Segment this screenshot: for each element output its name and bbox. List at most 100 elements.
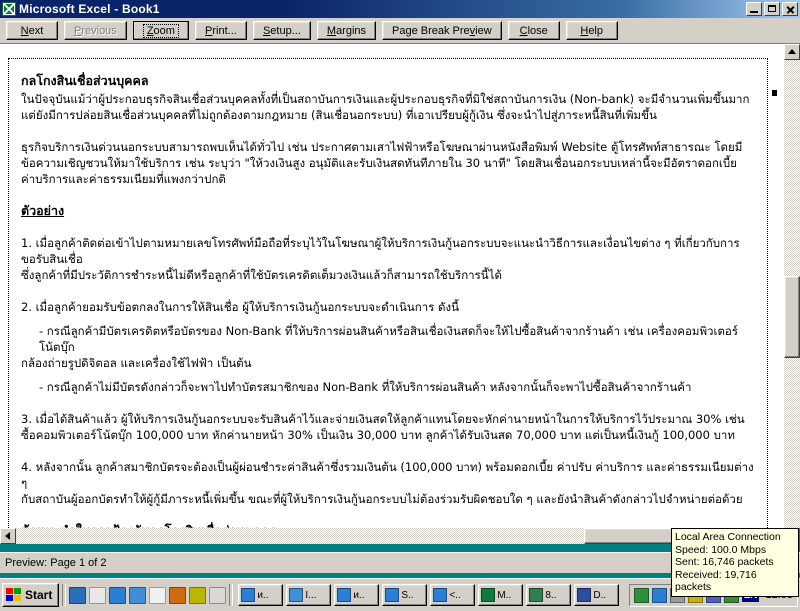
setup-button-label: etup... — [270, 24, 301, 37]
window-controls — [746, 2, 798, 16]
help-button[interactable]: Help — [565, 21, 618, 40]
doc-paragraph: ข้อความเชิญชวนให้มาใช้บริการ เช่น ระบุว่… — [21, 156, 737, 170]
doc-subheading: ตัวอย่าง — [21, 203, 65, 218]
document-content: กลโกงสินเชื่อส่วนบุคคลในปัจจุบันแม้ว่าผู… — [21, 73, 757, 528]
close-button-label: lose — [527, 24, 548, 37]
help-button-label: elp — [588, 24, 603, 37]
task-button[interactable]: S.. — [382, 584, 428, 606]
print-button[interactable]: Print... — [194, 21, 247, 40]
quick-launch-bar[interactable] — [69, 586, 227, 604]
preview-page[interactable]: กลโกงสินเชื่อส่วนบุคคลในปัจจุบันแม้ว่าผู… — [8, 58, 768, 528]
doc-paragraph: ในปัจจุบันแม้ว่าผู้ประกอบธุรกิจสินเชื่อส… — [21, 92, 750, 106]
next-button-label: ext — [28, 24, 44, 37]
task-button-label: D.. — [593, 589, 607, 601]
minimize-button[interactable] — [746, 2, 762, 16]
task-button[interactable]: и.. — [334, 584, 380, 606]
doc-list-item: - กรณีลูกค้ามีบัตรเครดิตหรือบัตรของ Non-… — [39, 324, 738, 354]
title-bar: Microsoft Excel - Book1 — [0, 0, 800, 18]
triangle-left-icon — [5, 532, 10, 540]
doc-paragraph: ซึ่งลูกค้าที่มีประวัติการชำระหนี้ไม่ดีหร… — [21, 268, 502, 282]
excel-icon — [2, 2, 16, 16]
show-desktop-icon[interactable] — [69, 586, 87, 604]
task-button-label: I... — [305, 589, 317, 601]
doc-spacer — [21, 443, 757, 459]
network-status-tooltip: Local Area Connection Speed: 100.0 Mbps Se… — [671, 528, 799, 597]
outlook-icon — [289, 588, 304, 602]
doc-paragraph: 2. เมื่อลูกค้ายอมรับข้อตกลงในการให้สินเช… — [21, 300, 459, 314]
margins-button-label: argins — [336, 24, 367, 37]
previous-button-label: revious — [81, 24, 117, 37]
doc-spacer — [21, 219, 757, 235]
close-button[interactable] — [782, 2, 798, 16]
word-icon — [577, 588, 592, 602]
status-text: Preview: Page 1 of 2 — [5, 557, 107, 569]
scroll-left-button[interactable] — [0, 528, 16, 544]
doc-paragraph: กล้องถ่ายรูปดิจิตอล และเครื่องใช้ไฟฟ้า เ… — [21, 356, 252, 370]
doc-paragraph: กับสถาบันผู้ออกบัตรทำให้ผู้กู้มีภาระหนี้… — [21, 492, 743, 506]
vertical-scrollbar[interactable] — [784, 44, 800, 528]
setup-button[interactable]: Setup... — [252, 21, 311, 40]
excel-icon — [481, 588, 496, 602]
tooltip-line: Received: 19,716 packets — [675, 568, 757, 594]
doc-paragraph: 4. หลังจากนั้น ลูกค้าสมาชิกบัตรจะต้องเป็… — [21, 460, 754, 490]
task-button-label: и.. — [257, 589, 269, 601]
task-button-label: M.. — [497, 589, 512, 601]
task-button[interactable]: 8.. — [526, 584, 572, 606]
tooltip-line: Sent: 16,746 packets — [675, 556, 774, 568]
margin-handle[interactable] — [772, 90, 777, 96]
vertical-scroll-thumb[interactable] — [784, 276, 800, 358]
address-book-icon[interactable] — [89, 586, 107, 604]
paint-icon[interactable] — [209, 586, 227, 604]
close-preview-button[interactable]: Close — [507, 21, 560, 40]
task-button[interactable]: D.. — [574, 584, 620, 606]
doc-paragraph: 1. เมื่อลูกค้าติดต่อเข้าไปตามหมายเลขโทรศ… — [21, 236, 740, 266]
media-player-icon[interactable] — [169, 586, 187, 604]
ie-doc-icon — [433, 588, 448, 602]
task-button-label: S.. — [401, 589, 414, 601]
doc-paragraph: 3. เมื่อได้สินค้าแล้ว ผู้ให้บริการเงินกู… — [21, 412, 745, 426]
task-button-list[interactable]: и.. I... и.. S.. <.. M.. 8.. D.. — [238, 584, 620, 606]
next-button[interactable]: Next — [6, 21, 58, 40]
doc-spacer — [21, 283, 757, 299]
image-viewer-icon — [529, 588, 544, 602]
zoom-button[interactable]: Zoom — [132, 21, 189, 40]
taskbar-divider — [62, 584, 67, 606]
task-button[interactable]: M.. — [478, 584, 524, 606]
tooltip-line: Local Area Connection — [675, 531, 781, 543]
page-break-preview-button[interactable]: Page Break Preview — [382, 21, 502, 40]
task-button[interactable]: I... — [286, 584, 332, 606]
start-button[interactable]: Start — [2, 583, 60, 607]
doc-heading: กลโกงสินเชื่อส่วนบุคคล — [21, 73, 149, 88]
preview-page-area[interactable]: กลโกงสินเชื่อส่วนบุคคลในปัจจุบันแม้ว่าผู… — [0, 44, 784, 528]
triangle-up-icon — [788, 49, 796, 54]
windows-logo-icon — [6, 587, 22, 603]
doc-paragraph: ซื้อคอมพิวเตอร์โน้ตบุ๊ก 100,000 บาท หักค… — [21, 428, 735, 442]
zoom-button-label: oom — [153, 24, 175, 37]
scanner-icon[interactable] — [633, 587, 649, 603]
doc-spacer — [21, 187, 757, 203]
task-button[interactable]: и.. — [238, 584, 284, 606]
doc-paragraph: ธุรกิจบริการเงินด่วนนอกระบบสามารถพบเห็นไ… — [21, 140, 743, 154]
doc-spacer — [21, 315, 757, 323]
preview-toolbar: Next Previous Zoom Print... Setup... Mar… — [0, 18, 800, 44]
doc-spacer — [21, 123, 757, 139]
doc-spacer — [21, 371, 757, 379]
scroll-up-button[interactable] — [784, 44, 800, 60]
restore-button[interactable] — [764, 2, 780, 16]
outlook-express-icon[interactable] — [129, 586, 147, 604]
print-button-label: rint... — [212, 24, 237, 37]
doc-list-item: - กรณีลูกค้าไม่มีบัตรดังกล่าวก็จะพาไปทำบ… — [39, 380, 692, 394]
taskbar-divider-2 — [229, 584, 234, 606]
task-button-label: 8.. — [545, 589, 557, 601]
task-button[interactable]: <.. — [430, 584, 476, 606]
internet-explorer-icon[interactable] — [109, 586, 127, 604]
clock-app-icon[interactable] — [189, 586, 207, 604]
doc-spacer — [21, 395, 757, 411]
notepad-edit-icon[interactable] — [149, 586, 167, 604]
horizontal-scrollbar[interactable] — [0, 528, 784, 544]
ie-doc-icon — [337, 588, 352, 602]
margins-button[interactable]: Margins — [316, 21, 377, 40]
globe-icon[interactable] — [651, 587, 667, 603]
page-break-button-label: iew — [475, 24, 492, 37]
tooltip-line: Speed: 100.0 Mbps — [675, 543, 767, 556]
